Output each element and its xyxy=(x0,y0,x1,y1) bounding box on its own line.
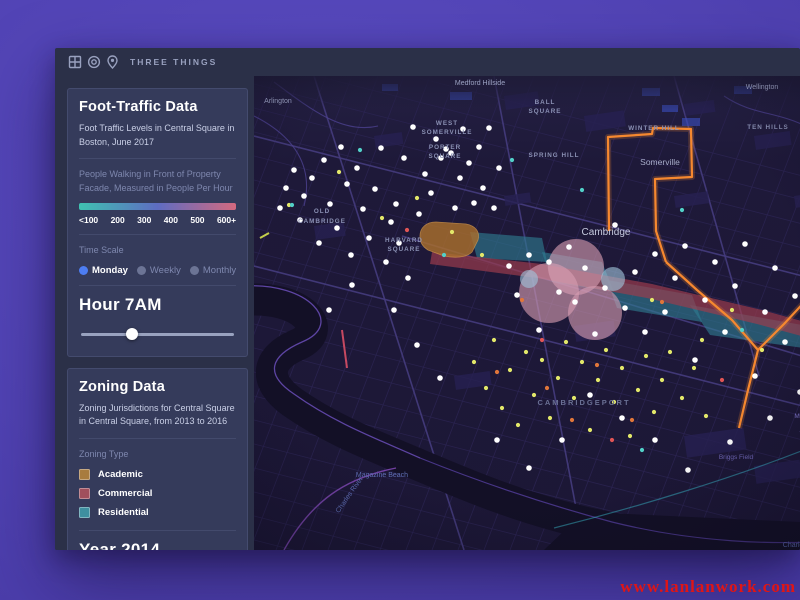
svg-text:SQUARE: SQUARE xyxy=(388,246,421,253)
zoning-card: Zoning Data Zoning Jurisdictions for Cen… xyxy=(67,368,248,551)
hour-slider[interactable] xyxy=(81,328,234,340)
watermark: www.lanlanwork.com xyxy=(620,577,796,597)
zoning-type-label: Zoning Type xyxy=(79,448,236,462)
svg-text:OLD: OLD xyxy=(314,208,330,215)
app-window: THREE THINGS Foot-Traffic Data Foot Traf… xyxy=(55,48,800,550)
divider xyxy=(79,530,236,531)
svg-text:Charles River: Charles River xyxy=(783,542,800,549)
hour-slider-thumb[interactable] xyxy=(126,328,138,340)
svg-text:Massachusetts: Massachusetts xyxy=(794,413,800,420)
pin-icon[interactable] xyxy=(106,55,119,69)
svg-text:Briggs Field: Briggs Field xyxy=(719,454,754,461)
grid-icon[interactable] xyxy=(68,55,82,69)
traffic-legend-caption: People Walking in Front of Property Faca… xyxy=(79,168,236,195)
divider xyxy=(79,234,236,235)
year-heading: Year 2014 xyxy=(79,540,236,550)
svg-text:SPRING HILL: SPRING HILL xyxy=(529,152,580,159)
divider xyxy=(79,158,236,159)
zoning-legend-row: Residential xyxy=(79,507,236,518)
svg-text:CAMBRIDGE: CAMBRIDGE xyxy=(298,218,346,225)
svg-text:BALL: BALL xyxy=(535,99,556,106)
radio-option-monday[interactable]: Monday xyxy=(79,265,128,276)
svg-text:WINTER HILL: WINTER HILL xyxy=(628,125,680,132)
map-svg[interactable]: Medford Hillside Arlington WEST SOMERVILLE B… xyxy=(254,76,800,550)
svg-text:HARVARD: HARVARD xyxy=(385,237,423,244)
divider xyxy=(79,438,236,439)
svg-text:SOMERVILLE: SOMERVILLE xyxy=(422,129,473,136)
zoning-title: Zoning Data xyxy=(79,379,236,395)
foot-traffic-card: Foot-Traffic Data Foot Traffic Levels in… xyxy=(67,88,248,357)
sidebar: Foot-Traffic Data Foot Traffic Levels in… xyxy=(55,76,254,550)
time-scale-label: Time Scale xyxy=(79,244,236,258)
zoning-legend: Academic Commercial Residential xyxy=(79,469,236,518)
traffic-scale-labels: <100 200 300 400 500 600+ xyxy=(79,215,236,225)
time-scale-radios: Monday Weekly Monthly xyxy=(79,265,236,276)
radio-label: Monthly xyxy=(203,265,236,276)
scale-label: 600+ xyxy=(217,215,236,225)
traffic-gradient-bar xyxy=(79,203,236,210)
radio-dot[interactable] xyxy=(79,266,88,275)
zoning-swatch xyxy=(79,488,90,499)
svg-text:SQUARE: SQUARE xyxy=(529,108,562,115)
divider xyxy=(79,285,236,286)
topbar: THREE THINGS xyxy=(55,48,800,76)
svg-text:WEST: WEST xyxy=(436,120,458,127)
radio-label: Weekly xyxy=(150,265,181,276)
svg-text:SQUARE: SQUARE xyxy=(429,153,462,160)
app-title: THREE THINGS xyxy=(130,57,217,67)
scale-label: 500 xyxy=(190,215,204,225)
hour-slider-track[interactable] xyxy=(81,333,234,336)
zoning-swatch xyxy=(79,507,90,518)
svg-text:PORTER: PORTER xyxy=(429,144,461,151)
foot-traffic-description: Foot Traffic Levels in Central Square in… xyxy=(79,122,236,149)
radio-label: Monday xyxy=(92,265,128,276)
svg-text:Magazine Beach: Magazine Beach xyxy=(356,472,408,479)
hour-heading: Hour 7AM xyxy=(79,295,236,315)
zoning-label: Residential xyxy=(98,507,149,518)
map-canvas[interactable]: Medford Hillside Arlington WEST SOMERVILLE B… xyxy=(254,76,800,550)
svg-text:Arlington: Arlington xyxy=(264,98,292,105)
radio-option-monthly[interactable]: Monthly xyxy=(190,265,236,276)
svg-text:Cambridge: Cambridge xyxy=(582,227,631,238)
svg-text:TEN HILLS: TEN HILLS xyxy=(747,124,789,131)
scale-label: 400 xyxy=(164,215,178,225)
zoning-swatch xyxy=(79,469,90,480)
svg-text:Medford Hillside: Medford Hillside xyxy=(455,80,505,87)
svg-text:Wellington: Wellington xyxy=(746,84,779,91)
zoning-legend-row: Commercial xyxy=(79,488,236,499)
foot-traffic-title: Foot-Traffic Data xyxy=(79,99,236,115)
zoning-label: Academic xyxy=(98,469,143,480)
zoning-legend-row: Academic xyxy=(79,469,236,480)
radio-dot[interactable] xyxy=(190,266,199,275)
target-icon[interactable] xyxy=(87,55,101,69)
radio-dot[interactable] xyxy=(137,266,146,275)
radio-option-weekly[interactable]: Weekly xyxy=(137,265,181,276)
scale-label: 300 xyxy=(137,215,151,225)
svg-text:CAMBRIDGEPORT: CAMBRIDGEPORT xyxy=(538,398,631,407)
scale-label: 200 xyxy=(111,215,125,225)
zoning-description: Zoning Jurisdictions for Central Square … xyxy=(79,402,236,429)
zoning-label: Commercial xyxy=(98,488,152,499)
scale-label: <100 xyxy=(79,215,98,225)
svg-text:Somerville: Somerville xyxy=(640,157,680,167)
